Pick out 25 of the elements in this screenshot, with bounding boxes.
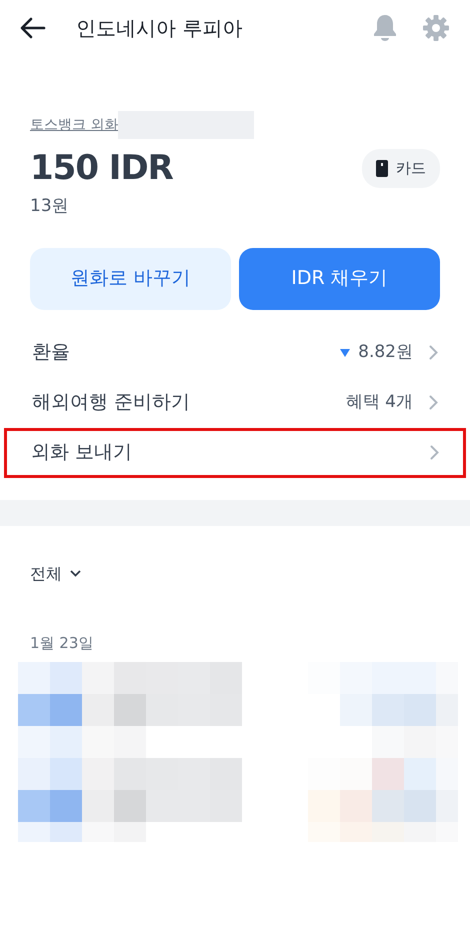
account-label[interactable]: 토스뱅크 외화 [30,114,118,136]
menu-label: 해외여행 준비하기 [32,390,190,416]
menu-row[interactable]: 환율 8.82원 [0,328,470,378]
card-button[interactable]: 카드 [362,149,440,188]
bell-icon[interactable] [372,14,398,42]
chevron-down-icon [70,570,81,577]
menu-label: 외화 보내기 [31,440,132,466]
chevron-right-icon [429,395,438,410]
krw-amount: 13원 [30,195,70,218]
menu-row[interactable]: 외화 보내기 [4,428,466,478]
menu-label: 환율 [32,340,70,366]
balance-amount: 150 IDR [30,147,173,190]
menu-row[interactable]: 해외여행 준비하기 혜택 4개 [0,378,470,428]
page-title: 인도네시아 루피아 [76,15,242,42]
action-button[interactable]: IDR 채우기 [239,248,440,310]
menu-value: 혜택 4개 [346,390,413,414]
card-icon [376,160,388,177]
action-button[interactable]: 원화로 바꾸기 [30,248,231,310]
back-arrow-icon[interactable] [20,17,46,39]
filter-dropdown[interactable]: 전체 [30,562,81,586]
date-label: 1월 23일 [30,632,94,654]
chevron-right-icon [429,345,438,360]
settings-icon[interactable] [422,14,450,42]
chevron-right-icon [430,445,439,460]
menu-value: 8.82원 [358,340,413,364]
